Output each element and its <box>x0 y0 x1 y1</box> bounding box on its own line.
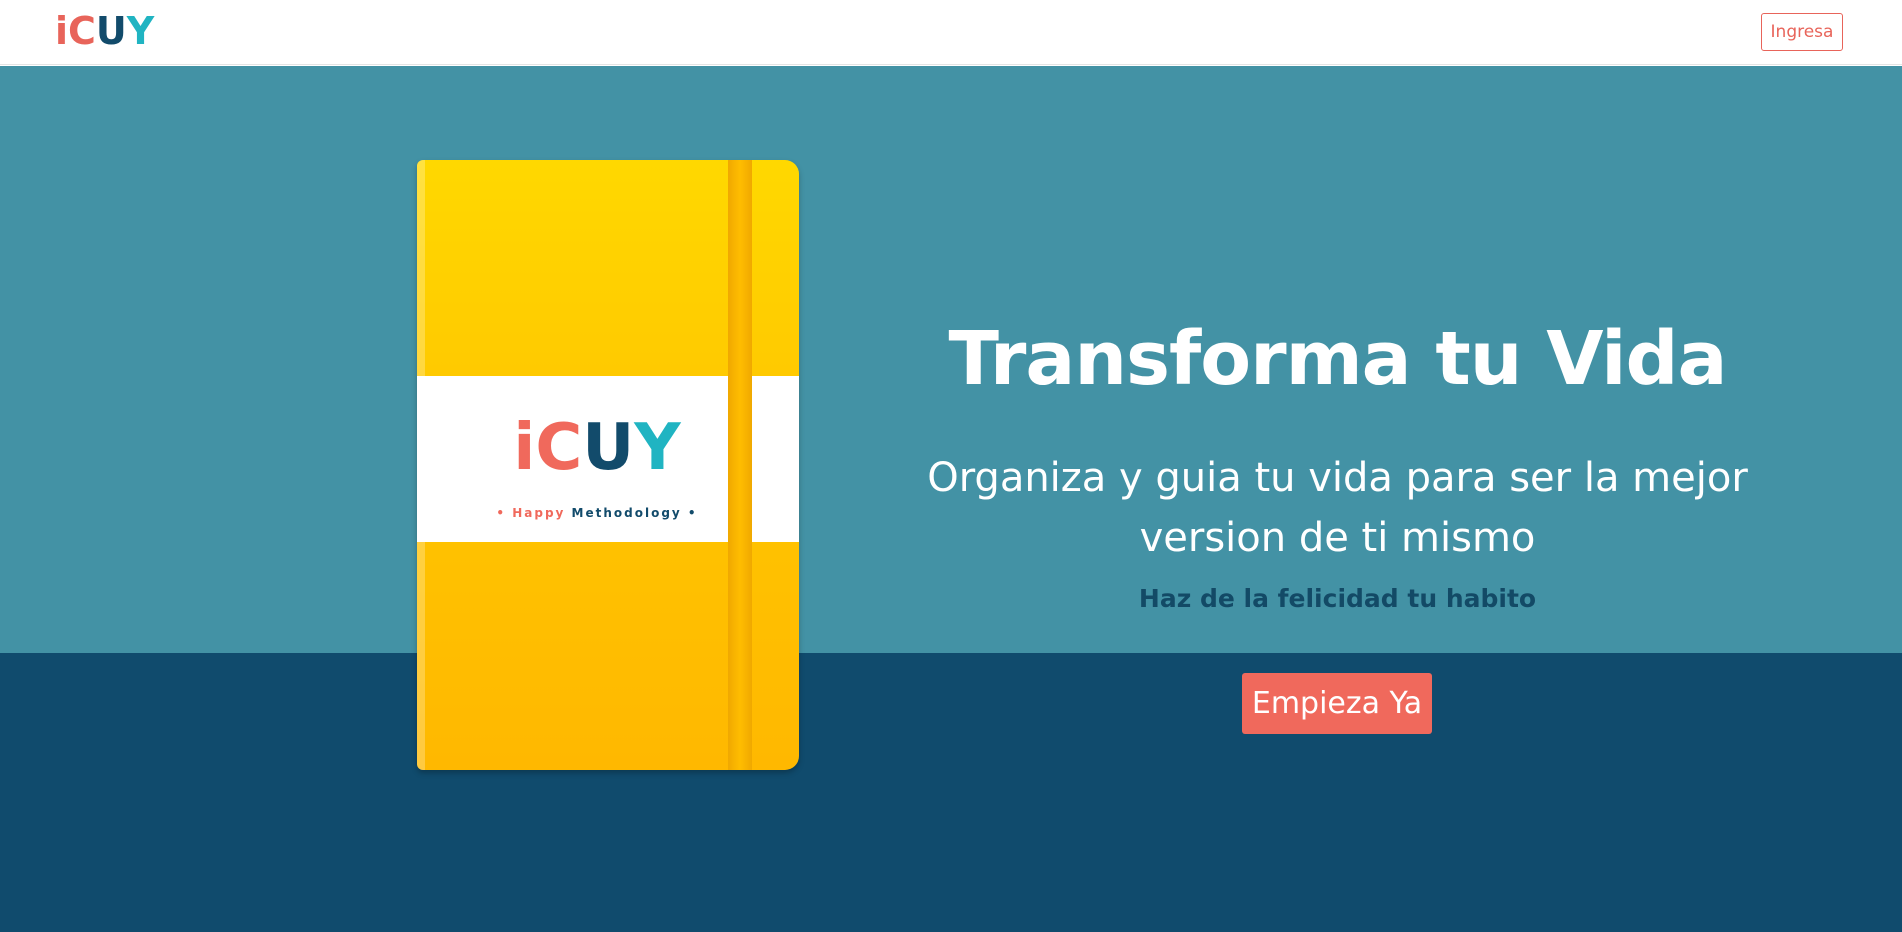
notebook-logo: i C U Y <box>487 410 707 480</box>
hero-subtitle: Organiza y guia tu vida para ser la mejo… <box>927 455 1748 561</box>
notebook-tag-methodology: Methodology • <box>571 506 698 520</box>
notebook-logo-letter-y: Y <box>634 411 681 485</box>
notebook-elastic-strap <box>728 160 752 770</box>
notebook-image: i C U Y • Happy Methodology • <box>417 160 799 770</box>
logo-letter-y: Y <box>126 9 155 53</box>
logo-letter-u: U <box>95 9 127 53</box>
hero-tagline: Haz de la felicidad tu habito <box>1138 584 1537 613</box>
top-navbar: i C U Y Ingresa <box>0 0 1902 65</box>
hero-title: Transforma tu Vida <box>948 316 1728 402</box>
notebook-tagline: • Happy Methodology • <box>477 506 717 520</box>
logo-letter-c: C <box>68 9 96 53</box>
hero-bottom-band <box>0 653 1902 932</box>
notebook-tag-happy: • Happy <box>496 506 572 520</box>
start-now-button[interactable]: Empieza Ya <box>1242 673 1432 734</box>
notebook-logo-letter-c: C <box>535 411 583 485</box>
brand-logo[interactable]: i C U Y <box>55 8 163 50</box>
notebook-logo-letter-u: U <box>582 411 635 485</box>
signin-button[interactable]: Ingresa <box>1761 13 1843 51</box>
logo-letter-i: i <box>55 9 69 53</box>
notebook-logo-letter-i: i <box>513 411 536 485</box>
